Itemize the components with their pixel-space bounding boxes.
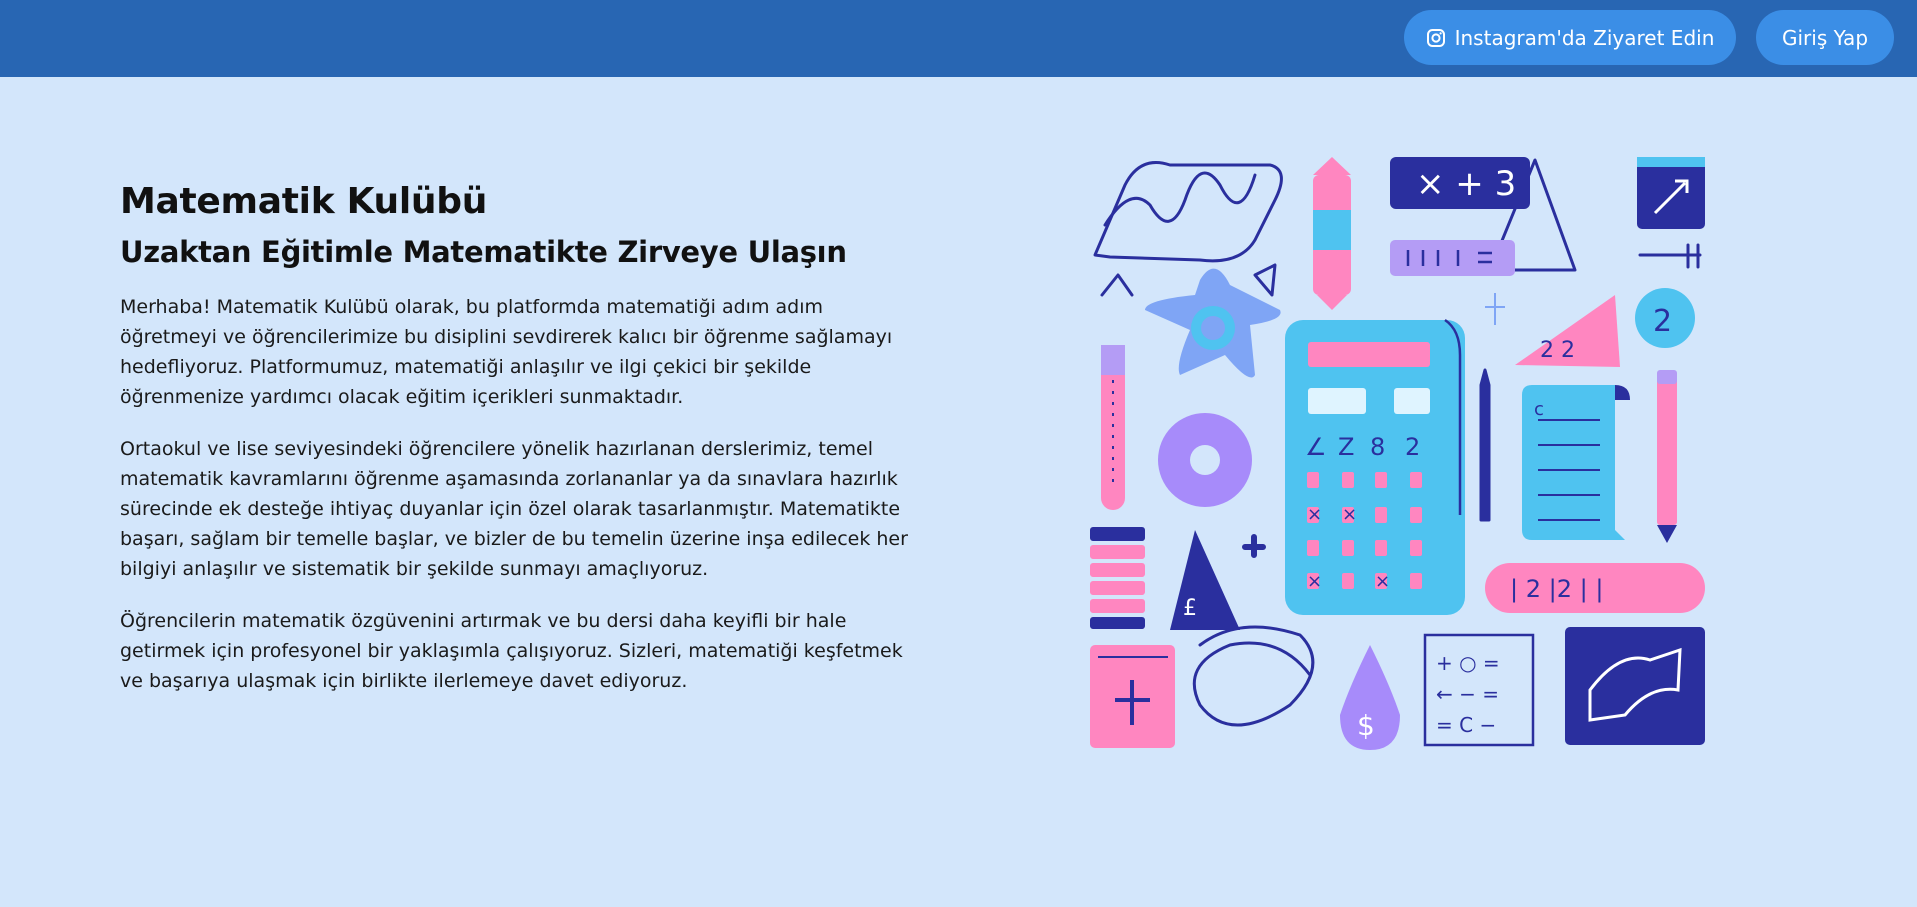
login-button[interactable]: Giriş Yap (1756, 10, 1894, 65)
math-illustration: × + 3 ∠ Z 8 2 × ×× × 2 2 2 c £ | 2 |2 | … (1090, 157, 1705, 750)
svg-text:£: £ (1183, 596, 1197, 621)
top-navigation-bar: Instagram'da Ziyaret Edin Giriş Yap (0, 0, 1917, 77)
intro-paragraph-3: Öğrencilerin matematik özgüvenini artırm… (120, 609, 903, 692)
svg-text:= C −: = C − (1436, 713, 1496, 737)
svg-text:2: 2 (1405, 433, 1420, 461)
svg-text:| 2 |2 | |: | 2 |2 | | (1510, 575, 1603, 603)
page-subtitle: Uzaktan Eğitimle Matematikte Zirveye Ula… (120, 235, 847, 270)
svg-text:2 2: 2 2 (1540, 338, 1575, 363)
svg-text:8: 8 (1370, 433, 1385, 461)
svg-text:Z: Z (1338, 433, 1354, 461)
svg-text:×: × (1307, 571, 1322, 592)
svg-text:×: × (1342, 504, 1357, 525)
svg-text:+ ○ =: + ○ = (1436, 651, 1500, 675)
instagram-icon (1426, 28, 1445, 47)
svg-text:×: × (1307, 504, 1322, 525)
svg-text:c: c (1534, 399, 1544, 420)
intro-paragraph-1: Merhaba! Matematik Kulübü olarak, bu pla… (120, 295, 893, 408)
main-content: Matematik Kulübü Uzaktan Eğitimle Matema… (120, 180, 910, 696)
instagram-button-label: Instagram'da Ziyaret Edin (1454, 25, 1715, 50)
svg-text:← − =: ← − = (1436, 682, 1499, 706)
svg-text:$: $ (1357, 709, 1375, 742)
svg-text:× + 3: × + 3 (1416, 164, 1516, 204)
page-title: Matematik Kulübü (120, 181, 488, 222)
svg-text:2: 2 (1653, 304, 1672, 339)
login-button-label: Giriş Yap (1781, 25, 1869, 50)
svg-text:×: × (1375, 571, 1390, 592)
svg-text:∠: ∠ (1305, 433, 1327, 461)
instagram-button[interactable]: Instagram'da Ziyaret Edin (1404, 10, 1736, 65)
intro-paragraph-2: Ortaokul ve lise seviyesindeki öğrencile… (120, 437, 908, 580)
